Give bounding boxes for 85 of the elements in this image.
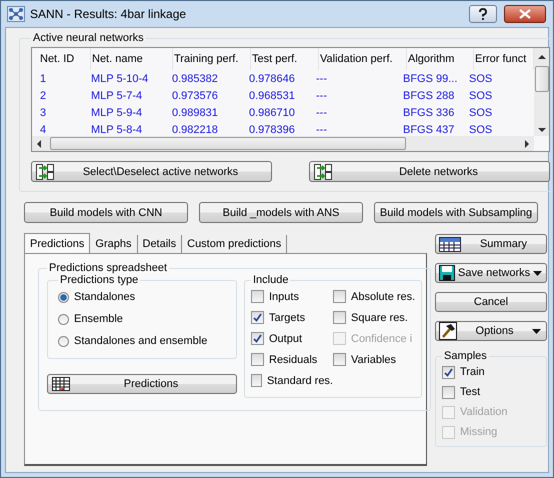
close-icon	[519, 9, 531, 19]
help-button[interactable]	[469, 5, 497, 23]
network-button[interactable]: Select\Deselect active networks	[31, 161, 272, 182]
column-header[interactable]: Net. ID	[39, 48, 91, 70]
column-header[interactable]: Training perf.	[173, 48, 251, 70]
caret-icon	[533, 270, 542, 276]
right-arrow-icon	[524, 140, 530, 148]
summary-table-icon	[439, 236, 461, 252]
table-cell-text: 0.982218	[171, 124, 219, 136]
table-cell-text: MLP 5-8-4	[90, 124, 144, 136]
help-icon	[478, 8, 488, 20]
group-title: Samples	[443, 350, 488, 362]
column-header[interactable]: Validation perf.	[319, 48, 407, 70]
check-icon	[253, 313, 262, 322]
table-cell-text: ---	[315, 72, 328, 84]
table-cell-text: SOS	[468, 90, 494, 102]
table-cell-text: 0.968531	[248, 90, 296, 102]
network-icon	[7, 6, 25, 22]
left-arrow-icon	[36, 140, 42, 148]
table-cell-text: BFGS 336	[402, 106, 456, 118]
group-title: Predictions type	[59, 274, 140, 286]
table-cell-text: SOS	[468, 72, 494, 84]
down-arrow-icon	[538, 127, 546, 133]
close-button[interactable]	[504, 5, 546, 23]
table-cell-text: 3	[39, 106, 48, 118]
table-cell-text: BFGS 288	[402, 90, 456, 102]
check-icon	[444, 368, 453, 376]
arrows-grid-icon	[314, 164, 332, 180]
table-cell-text: 4	[39, 124, 48, 136]
tab[interactable]: Predictions	[24, 233, 90, 253]
table-cell-text: BFGS 437	[402, 124, 456, 136]
checkbox-option[interactable]: Residuals	[251, 349, 333, 370]
horizontal-scrollbar[interactable]	[32, 136, 534, 151]
window-title: SANN - Results: 4bar linkage	[30, 7, 188, 21]
table-cell-text: SOS	[468, 124, 494, 136]
checkbox-option[interactable]: Standard res.	[251, 370, 333, 391]
network-button[interactable]: Delete networks	[309, 161, 550, 182]
side-button[interactable]: Options	[435, 321, 547, 341]
radio-option[interactable]: Ensemble	[58, 308, 226, 330]
table-cell-text: 0.978646	[248, 72, 296, 84]
table-cell-text: MLP 5-7-4	[90, 90, 144, 102]
build-models-button[interactable]: Build models with Subsampling	[374, 202, 538, 223]
table-cell-text: SOS	[468, 106, 494, 118]
table-cell-text: MLP 5-9-4	[90, 106, 144, 118]
vertical-scrollbar[interactable]	[534, 48, 549, 136]
group-title: Active neural networks	[32, 32, 145, 44]
checkbox-option[interactable]: Targets	[251, 307, 333, 328]
column-header[interactable]: Net. name	[91, 48, 173, 70]
table-cell-text: 0.973576	[171, 90, 219, 102]
table-cell-text: 0.978396	[248, 124, 296, 136]
table-cell-text: 0.986710	[248, 106, 296, 118]
table-cell-text: MLP 5-10-4	[90, 72, 150, 84]
table-cell-text: BFGS 99...	[402, 72, 458, 84]
table-cell-text: ---	[315, 90, 328, 102]
checkbox-option[interactable]: Output	[251, 328, 333, 349]
checkbox-option[interactable]: Absolute res.	[333, 286, 416, 307]
build-models-button[interactable]: Build _models with ANS	[199, 202, 363, 223]
check-icon	[253, 334, 262, 343]
radio-option[interactable]: Standalones	[58, 286, 226, 308]
radio-option[interactable]: Standalones and ensemble	[58, 330, 226, 352]
checkbox-option[interactable]: Train	[442, 362, 540, 382]
table-cell-text: ---	[315, 106, 328, 118]
group-title: Include	[252, 274, 290, 286]
build-models-button[interactable]: Build models with CNN	[24, 202, 188, 223]
checkbox-option[interactable]: Test	[442, 382, 540, 402]
table-cell-text: 1	[39, 72, 48, 84]
table-cell-text: ---	[315, 124, 328, 136]
hammer-icon	[439, 322, 457, 340]
column-header[interactable]: Algorithm	[407, 48, 474, 70]
table-cell-text: 0.989831	[171, 106, 219, 118]
up-arrow-icon	[538, 54, 546, 60]
side-button[interactable]: Save networks	[435, 263, 547, 283]
checkbox-option[interactable]: Variables	[333, 349, 416, 370]
checkbox-option[interactable]: Inputs	[251, 286, 333, 307]
column-header[interactable]: Test perf.	[251, 48, 319, 70]
spreadsheet-icon	[52, 377, 70, 391]
table-cell-text: 2	[39, 90, 48, 102]
checkbox-option[interactable]: Square res.	[333, 307, 416, 328]
side-button[interactable]: Cancel	[435, 292, 547, 312]
predictions-button[interactable]: Predictions	[47, 374, 237, 394]
group-title: Predictions spreadsheet	[48, 262, 168, 274]
arrows-grid-icon	[36, 164, 54, 180]
caret-icon	[532, 328, 541, 334]
side-button[interactable]: Summary	[435, 234, 547, 254]
table-cell-text: 0.985382	[171, 72, 219, 84]
